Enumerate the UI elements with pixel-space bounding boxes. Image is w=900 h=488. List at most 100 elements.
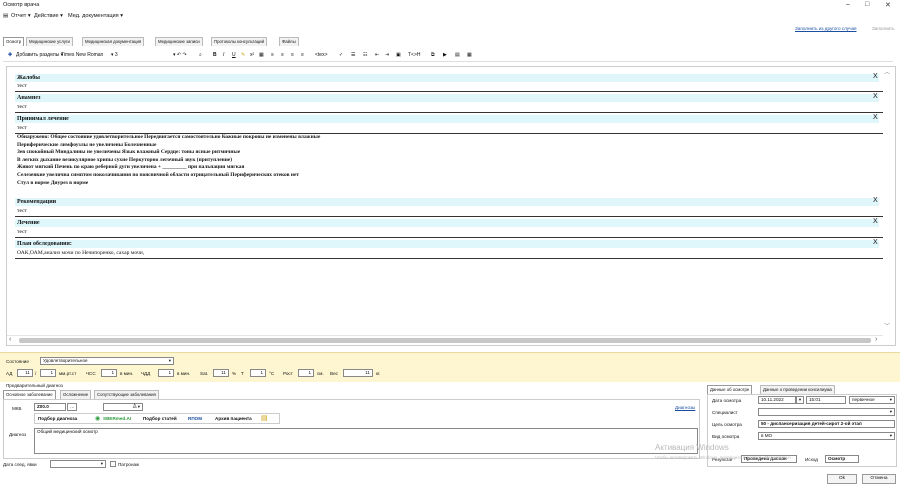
diagnosis-text-input[interactable]: Общий медицинский осмотр (34, 428, 698, 454)
scroll-down-icon[interactable]: ﹀ (884, 321, 890, 330)
section-recommendations-text[interactable]: тест (17, 208, 27, 214)
mkb-code-input[interactable]: Z00.0 (34, 403, 66, 411)
table-icon[interactable]: ▦ (259, 52, 264, 58)
purpose-select[interactable]: 50 - диспансеризация детей-сирот 2-ой эт… (758, 420, 895, 428)
table-insert-icon[interactable]: ▦ (467, 52, 472, 58)
spellcheck-icon[interactable]: ✓ (339, 52, 343, 58)
align-left-icon[interactable]: ≡ (271, 52, 274, 58)
underline-icon[interactable]: U (232, 52, 236, 58)
tab-med-services[interactable]: Медицинские услуги (26, 37, 73, 46)
chdd-input[interactable]: 1 (158, 369, 174, 377)
italic-icon[interactable]: I (223, 52, 224, 58)
add-sections-button[interactable]: Добавить разделы ▾ (16, 52, 63, 58)
section-complaints-close[interactable]: X (873, 73, 878, 80)
height-input[interactable]: 1 (298, 369, 314, 377)
scroll-right-icon[interactable]: › (875, 336, 877, 343)
formula-button[interactable]: Т<>Н (408, 52, 421, 58)
binoculars-icon[interactable]: ⌕ (199, 52, 202, 58)
menu-med-docs[interactable]: Мед. документация ▾ (68, 13, 123, 19)
tab-consilium-data[interactable]: Данные о проведении консилиума (760, 385, 835, 394)
section-complaints-text[interactable]: тест (17, 83, 27, 89)
indent-icon[interactable]: ⇥ (385, 52, 389, 58)
state-select[interactable]: Удовлетворительное ▾ (40, 357, 174, 365)
pick-diagnosis-button[interactable]: Подбор диагноза (38, 416, 77, 421)
numbered-list-icon[interactable]: ☷ (363, 52, 367, 58)
section-recommendations-close[interactable]: X (873, 197, 878, 204)
exam-findings[interactable]: Обнаружено: Общее состояние удовлетворит… (17, 134, 877, 187)
exam-date-input[interactable]: 10.11.2022 (758, 396, 796, 404)
section-exam-plan-text[interactable]: ОАК,ОАМ,анализ мочи по Нечипоренко, саха… (17, 250, 144, 256)
section-treatment-text[interactable]: тест (17, 229, 27, 235)
tab-exam[interactable]: Осмотр (3, 37, 25, 46)
scroll-left-icon[interactable]: ‹ (9, 336, 11, 343)
patronage-checkbox[interactable] (110, 461, 116, 467)
tab-main-disease[interactable]: Основное заболевание (3, 390, 56, 399)
list-icon[interactable]: ☰ (351, 52, 355, 58)
sat-input[interactable]: 11 (213, 369, 229, 377)
next-visit-date[interactable]: ▾ (50, 460, 106, 468)
tab-files[interactable]: Файлы (279, 37, 299, 46)
person-icon[interactable]: ♙ (132, 403, 137, 410)
outcome-select[interactable]: Осмотр (825, 455, 859, 463)
highlight-icon[interactable]: ✎ (241, 52, 245, 58)
section-exam-plan-close[interactable]: X (873, 239, 878, 246)
align-right-icon[interactable]: ≡ (291, 52, 294, 58)
specialist-select[interactable]: ▾ (758, 408, 895, 416)
maximize-button[interactable]: □ (865, 1, 869, 8)
ad-sys-input[interactable]: 11 (17, 369, 33, 377)
document-editor[interactable]: Жалобы X тест Анамнез X тест Принимал ле… (6, 66, 896, 346)
superscript-icon[interactable]: x² (250, 52, 254, 58)
horizontal-scrollbar[interactable]: ‹ › (7, 335, 883, 344)
mkb-lookup-button[interactable]: … (67, 403, 77, 411)
visit-type-select[interactable]: первичное ▾ (849, 396, 895, 404)
tab-consultation-protocols[interactable]: Протоколы консультаций (211, 37, 267, 46)
pick-articles-button[interactable]: Подбор статей (143, 416, 177, 421)
exam-time-input[interactable]: 15:01 (806, 396, 846, 404)
date-dropdown-icon[interactable]: ▾ (796, 396, 804, 404)
align-justify-icon[interactable]: ≡ (301, 52, 304, 58)
chss-input[interactable]: 1 (101, 369, 117, 377)
weight-input[interactable]: 11 (343, 369, 373, 377)
copy-icon[interactable]: ⧉ (431, 52, 435, 58)
tab-comorbid[interactable]: Сопутствующие заболевания (94, 390, 159, 399)
sbermed-button[interactable]: SBERmed.AI (103, 416, 131, 421)
patient-archive-button[interactable]: Архив пациента (215, 416, 252, 421)
section-treatment-taken-close[interactable]: X (873, 114, 878, 121)
align-center-icon[interactable]: ≡ (281, 52, 284, 58)
fill-from-other-link[interactable]: Заполнить из другого случая (795, 26, 857, 31)
section-anamnesis-text[interactable]: тест (17, 104, 27, 110)
exam-kind-select[interactable]: в МО ▾ (758, 432, 895, 440)
font-select[interactable]: Times New Roman (61, 52, 103, 58)
image-icon[interactable]: ▣ (396, 52, 401, 58)
grid-icon[interactable]: ▤ (455, 52, 460, 58)
font-size-select[interactable]: ▾ 3 (111, 52, 118, 58)
tab-med-records[interactable]: Медицинские записи (155, 37, 203, 46)
tab-exam-data[interactable]: Данные об осмотре (707, 385, 753, 394)
section-treatment-close[interactable]: X (873, 218, 878, 225)
undo-icon[interactable]: ▾ ↶ ↷ (173, 52, 187, 58)
ok-button[interactable]: Ok (827, 474, 857, 484)
archive-icon[interactable]: ▤ (261, 414, 268, 422)
scroll-thumb[interactable] (19, 338, 871, 343)
fill-link[interactable]: Заполнить (872, 26, 895, 31)
rpom-button[interactable]: RПОМ (188, 416, 202, 421)
section-treatment-taken-text[interactable]: тест (17, 125, 27, 131)
tab-med-documentation[interactable]: Медицинская документация (82, 37, 145, 46)
tags-button[interactable]: <tex> (315, 52, 328, 58)
scroll-up-icon[interactable]: ︿ (884, 67, 890, 76)
section-anamnesis-close[interactable]: X (873, 93, 878, 100)
ad-dia-input[interactable]: 1 (40, 369, 56, 377)
vertical-scrollbar[interactable]: ︿ ﹀ (883, 67, 892, 335)
cancel-button[interactable]: Отмена (862, 474, 896, 484)
menu-action[interactable]: Действие ▾ (34, 13, 63, 19)
menu-report[interactable]: Отчет ▾ (11, 13, 31, 19)
bold-icon[interactable]: B (213, 52, 217, 58)
tab-complication[interactable]: Осложнение (60, 390, 92, 399)
close-button[interactable]: ✕ (885, 1, 891, 9)
outdent-icon[interactable]: ⇤ (375, 52, 379, 58)
diagnoses-link[interactable]: Диагнозы (675, 405, 695, 410)
media-icon[interactable]: ▶ (443, 52, 447, 58)
menu-bar: ▤ Отчет ▾ Действие ▾ Мед. документация ▾ (0, 11, 900, 21)
temperature-input[interactable]: 1 (250, 369, 266, 377)
minimize-button[interactable]: – (846, 1, 850, 8)
